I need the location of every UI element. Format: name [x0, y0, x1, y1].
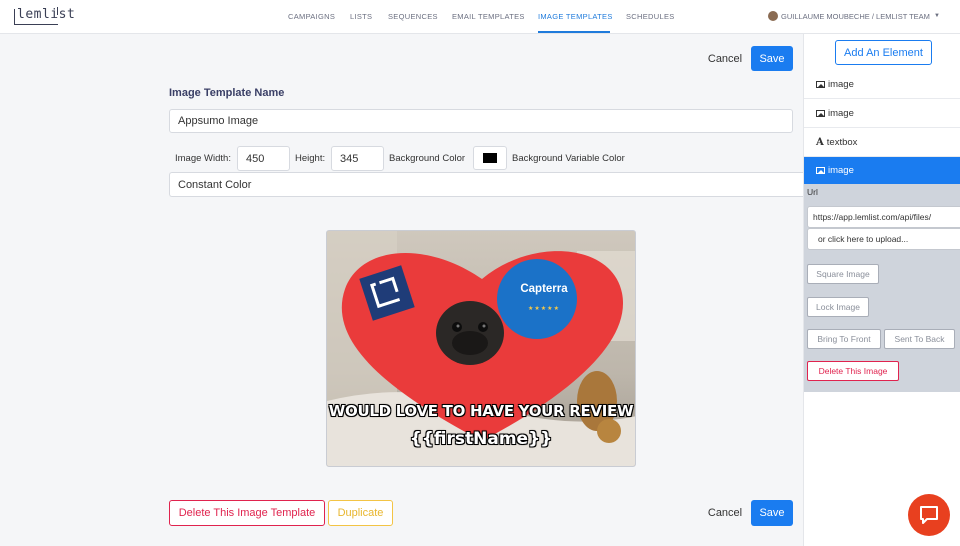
footer-cancel-button[interactable]: Cancel — [703, 501, 747, 525]
user-name: GUILLAUME MOUBECHE / LEMLIST TEAM — [781, 11, 930, 21]
nav-lists[interactable]: LISTS — [350, 12, 372, 21]
width-input[interactable]: 450 — [237, 146, 290, 171]
capterra-badge-text: Capterra — [520, 283, 568, 295]
upload-button[interactable]: or click here to upload... — [807, 228, 960, 250]
delete-template-button[interactable]: Delete This Image Template — [169, 500, 325, 526]
delete-image-button[interactable]: Delete This Image — [807, 361, 899, 381]
nav-sequences[interactable]: SEQUENCES — [388, 12, 438, 21]
cancel-button[interactable]: Cancel — [703, 47, 747, 71]
image-preview[interactable]: Capterra ★★★★★ WOULD LOVE TO HAVE YOUR R… — [326, 230, 636, 467]
avatar — [768, 11, 778, 21]
element-image-1[interactable]: image — [804, 71, 960, 99]
image-icon — [816, 81, 825, 88]
height-label: Height: — [295, 153, 326, 164]
url-input[interactable]: https://app.lemlist.com/api/files/ — [807, 206, 960, 228]
element-label: image — [828, 165, 854, 176]
footer-save-button[interactable]: Save — [751, 500, 793, 526]
template-name-input[interactable]: Appsumo Image — [169, 109, 793, 133]
duplicate-button[interactable]: Duplicate — [328, 500, 393, 526]
bg-color-label: Background Color — [389, 153, 466, 164]
user-menu[interactable]: GUILLAUME MOUBECHE / LEMLIST TEAM ▼ — [768, 11, 940, 21]
element-image-3[interactable]: image — [804, 157, 960, 185]
element-properties-panel: Url https://app.lemlist.com/api/files/ o… — [804, 184, 960, 392]
logo-mark — [14, 9, 15, 25]
nav-campaigns[interactable]: CAMPAIGNS — [288, 12, 335, 21]
element-label: image — [828, 79, 854, 90]
chevron-down-icon: ▼ — [933, 13, 940, 19]
color-swatch — [483, 153, 497, 163]
lock-image-button[interactable]: Lock Image — [807, 297, 869, 317]
square-image-button[interactable]: Square Image — [807, 264, 879, 284]
top-navbar: lemlist CAMPAIGNS LISTS SEQUENCES EMAIL … — [0, 0, 960, 34]
meme-line-2: {{firstName}} — [409, 429, 553, 449]
add-element-button[interactable]: Add An Element — [835, 40, 932, 65]
send-to-back-button[interactable]: Sent To Back — [884, 329, 955, 349]
section-title: Image Template Name — [169, 87, 285, 99]
nav-image-templates[interactable]: IMAGE TEMPLATES — [538, 12, 613, 21]
chat-bubble-icon — [920, 506, 938, 524]
save-button[interactable]: Save — [751, 46, 793, 71]
nav-schedules[interactable]: SCHEDULES — [626, 12, 675, 21]
element-label: textbox — [826, 137, 858, 148]
logo[interactable]: lemlist — [17, 7, 75, 22]
element-label: image — [828, 108, 854, 119]
text-icon: A — [816, 137, 824, 148]
image-icon — [816, 167, 825, 174]
url-label: Url — [807, 187, 818, 197]
nav-active-indicator — [538, 31, 610, 33]
image-icon — [816, 110, 825, 117]
width-label: Image Width: — [175, 153, 231, 164]
logo-underline — [14, 24, 58, 25]
elements-sidebar: Add An Element image image A textbox ima… — [803, 34, 960, 546]
capterra-stars-icon: ★★★★★ — [528, 306, 560, 312]
bg-color-picker[interactable] — [473, 146, 507, 170]
logo-mark-right — [57, 7, 58, 15]
element-textbox[interactable]: A textbox — [804, 129, 960, 157]
bg-variable-select[interactable]: Constant Color — [169, 172, 803, 197]
height-input[interactable]: 345 — [331, 146, 384, 171]
nav-email-templates[interactable]: EMAIL TEMPLATES — [452, 12, 525, 21]
bring-to-front-button[interactable]: Bring To Front — [807, 329, 881, 349]
element-image-2[interactable]: image — [804, 100, 960, 128]
bg-variable-label: Background Variable Color — [512, 153, 625, 164]
chat-launcher[interactable] — [908, 494, 950, 536]
meme-line-1: WOULD LOVE TO HAVE YOUR REVIEW — [328, 402, 634, 420]
